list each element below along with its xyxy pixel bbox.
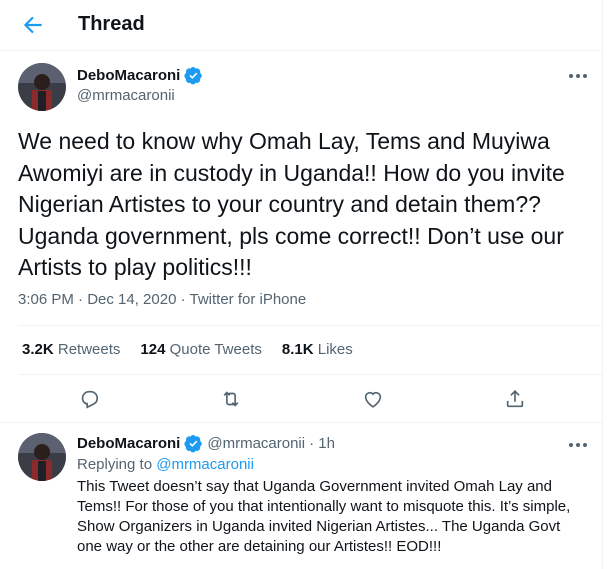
heart-icon (364, 391, 382, 408)
verified-badge-icon (184, 66, 203, 85)
replying-mention-link[interactable]: @mrmacaronii (156, 456, 254, 473)
author-name-row[interactable]: DeboMacaroni (77, 66, 203, 85)
author-display-name[interactable]: DeboMacaroni (77, 67, 180, 84)
quotes-label: Quote Tweets (169, 341, 262, 358)
page-title: Thread (78, 13, 145, 35)
reply-handle[interactable]: @mrmacaronii (207, 435, 305, 452)
reply-actions-edge (0, 566, 603, 567)
more-dots-icon (569, 443, 587, 447)
replying-prefix: Replying to (77, 456, 153, 473)
reply-more-button[interactable] (567, 438, 589, 450)
reply-text: This Tweet doesn’t say that Uganda Gover… (77, 478, 571, 555)
verified-badge-icon (184, 434, 203, 453)
quotes-count: 124 (140, 341, 166, 358)
tweet-text: We need to know why Omah Lay, Tems and M… (18, 128, 565, 280)
author-handle[interactable]: @mrmacaronii (77, 87, 175, 104)
retweet-icon (223, 391, 239, 407)
reply-time[interactable]: · 1h (309, 435, 335, 452)
arrow-left-icon (23, 16, 42, 34)
tweet-meta[interactable]: 3:06 PM · Dec 14, 2020 · Twitter for iPh… (18, 291, 306, 308)
like-button[interactable] (362, 388, 384, 410)
thread-panel: Thread DeboMacaroni @mrmacaronii We need… (0, 0, 603, 569)
avatar-image (18, 433, 66, 481)
thread-header: Thread (0, 0, 603, 51)
more-dots-icon (569, 74, 587, 78)
quotes-stat[interactable]: 124 Quote Tweets (140, 341, 261, 358)
tweet-stats: 3.2K Retweets 124 Quote Tweets 8.1K Like… (22, 341, 353, 358)
reply-display-name[interactable]: DeboMacaroni (77, 435, 180, 452)
more-button[interactable] (567, 69, 589, 81)
share-button[interactable] (504, 388, 526, 410)
retweets-stat[interactable]: 3.2K Retweets (22, 341, 120, 358)
divider (0, 422, 603, 423)
reply-header: DeboMacaroni @mrmacaronii · 1h (77, 434, 335, 453)
divider (18, 325, 603, 326)
reply-avatar[interactable] (18, 433, 66, 481)
likes-stat[interactable]: 8.1K Likes (282, 341, 353, 358)
likes-count: 8.1K (281, 341, 314, 358)
likes-label: Likes (317, 341, 353, 358)
retweets-count: 3.2K (22, 341, 54, 358)
replying-to: Replying to @mrmacaronii (77, 456, 254, 473)
avatar[interactable] (18, 63, 66, 111)
avatar-image (18, 63, 66, 111)
back-button[interactable] (20, 12, 46, 38)
share-icon (506, 390, 524, 408)
reply-button[interactable] (78, 388, 100, 410)
retweets-label: Retweets (57, 341, 121, 358)
divider (18, 374, 603, 375)
reply-icon (81, 390, 99, 409)
retweet-button[interactable] (220, 388, 242, 410)
